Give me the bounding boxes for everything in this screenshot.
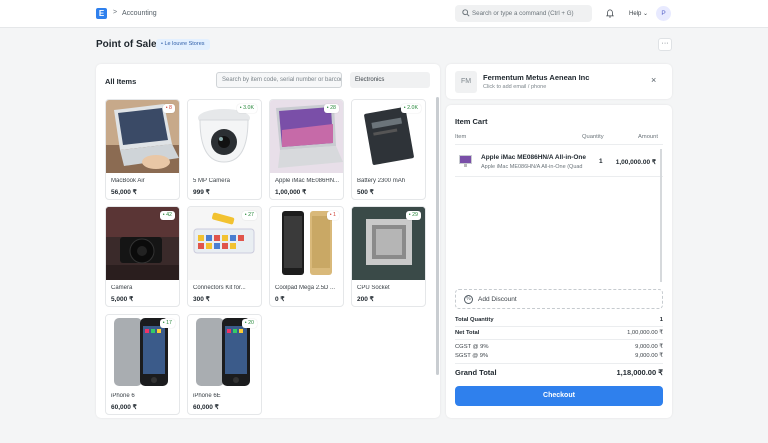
items-scrollbar[interactable] (436, 97, 439, 375)
chevron-down-icon: ⌄ (643, 11, 649, 17)
page-title: Point of Sale (96, 39, 157, 50)
item-name: Connectors Kit for... (193, 285, 246, 291)
stock-badge: • 20 (241, 319, 257, 328)
sgst-label: SGST @ 9% (455, 353, 489, 359)
item-price: 1,00,000 ₹ (275, 189, 307, 196)
cart-panel: Item Cart Item Quantity Amount Apple iMa… (446, 105, 672, 418)
imac-thumbnail-icon (459, 155, 472, 167)
stock-badge: • 27 (241, 211, 257, 220)
add-discount-button[interactable]: % Add Discount (455, 289, 663, 309)
breadcrumb-accounting[interactable]: Accounting (122, 10, 157, 17)
item-name: 5 MP Camera (193, 178, 230, 184)
close-icon[interactable]: × (651, 75, 656, 85)
item-search-input[interactable]: Search by item code, serial number or ba… (216, 72, 342, 88)
customer-contact-hint[interactable]: Click to add email / phone (483, 84, 546, 90)
breadcrumb-chevron-icon: > (113, 9, 118, 16)
cart-header-item: Item (455, 134, 467, 140)
total-quantity-value: 1 (659, 317, 663, 323)
item-name: Coolpad Mega 2.5D ... (275, 285, 336, 291)
item-card[interactable]: • 28 Apple iMac ME086HN... 1,00,000 ₹ (269, 99, 344, 200)
stock-badge: • 42 (159, 211, 175, 220)
total-quantity-label: Total Quantity (455, 317, 494, 323)
customer-name: Fermentum Metus Aenean Inc (483, 73, 590, 82)
divider (455, 363, 663, 364)
cart-header-quantity: Quantity (582, 134, 604, 140)
item-card[interactable]: • 42 Camera 5,000 ₹ (105, 206, 180, 307)
item-price: 60,000 ₹ (193, 404, 219, 411)
item-price: 999 ₹ (193, 189, 210, 196)
customer-avatar: FM (455, 71, 477, 93)
divider (455, 176, 663, 177)
net-total-value: 1,00,000.00 ₹ (627, 330, 663, 336)
item-name: iPhone 6 (111, 393, 135, 399)
add-discount-label: Add Discount (478, 296, 517, 303)
item-name: iPhone 6E (193, 393, 221, 399)
stock-badge: • 28 (323, 104, 339, 113)
search-placeholder: Search or type a command (Ctrl + G) (472, 10, 574, 17)
item-card[interactable]: • 8 MacBook Air 56,000 ₹ (105, 99, 180, 200)
cart-item-quantity: 1 (599, 158, 603, 165)
cart-item-description: Apple iMac ME086HN/A All-in-One (Quad (481, 164, 583, 170)
stock-badge: • 17 (159, 319, 175, 328)
item-card[interactable]: • 27 Connectors Kit for... 300 ₹ (187, 206, 262, 307)
discount-percent-icon: % (464, 295, 473, 304)
cart-item-row[interactable]: Apple iMac ME086HN/A All-in-One Apple iM… (455, 149, 663, 177)
item-card[interactable]: • 2.0K Battery 2300 mAh 500 ₹ (351, 99, 426, 200)
item-price: 200 ₹ (357, 296, 374, 303)
item-card[interactable]: • 17 iPhone 6 60,000 ₹ (105, 314, 180, 415)
awesomebar-search-input[interactable]: Search or type a command (Ctrl + G) (455, 5, 592, 22)
help-label: Help (629, 11, 642, 17)
item-group-field[interactable]: Electronics (350, 72, 430, 88)
stock-badge: • 2.0K (400, 104, 421, 113)
grand-total-value: 1,18,000.00 ₹ (616, 368, 663, 377)
user-avatar[interactable]: P (656, 6, 671, 21)
cart-title: Item Cart (455, 117, 488, 126)
stock-badge: • 1 (326, 211, 339, 220)
cart-header-amount: Amount (638, 134, 658, 140)
more-options-button[interactable]: ··· (658, 38, 672, 51)
grand-total-label: Grand Total (455, 368, 497, 377)
items-panel: All Items Search by item code, serial nu… (96, 64, 440, 418)
divider (455, 144, 663, 145)
item-name: Apple iMac ME086HN... (275, 178, 340, 184)
customer-panel[interactable]: FM Fermentum Metus Aenean Inc Click to a… (446, 64, 672, 99)
cart-scrollbar[interactable] (660, 149, 662, 282)
stock-badge: • 8 (162, 104, 175, 113)
item-price: 56,000 ₹ (111, 189, 137, 196)
search-icon (462, 9, 470, 17)
item-price: 300 ₹ (193, 296, 210, 303)
cgst-label: CGST @ 9% (455, 344, 489, 350)
item-price: 5,000 ₹ (111, 296, 134, 303)
item-card[interactable]: • 29 CPU Socket 200 ₹ (351, 206, 426, 307)
item-card[interactable]: • 1 Coolpad Mega 2.5D ... 0 ₹ (269, 206, 344, 307)
item-card[interactable]: • 3.0K 5 MP Camera 999 ₹ (187, 99, 262, 200)
help-dropdown[interactable]: Help ⌄ (629, 10, 648, 17)
item-price: 0 ₹ (275, 296, 285, 303)
items-panel-title: All Items (105, 77, 137, 86)
cart-item-amount: 1,00,000.00 ₹ (615, 159, 656, 166)
net-total-label: Net Total (455, 330, 480, 336)
checkout-button[interactable]: Checkout (455, 386, 663, 406)
divider (455, 326, 663, 327)
pos-profile-badge: • Le louvre Stores (156, 39, 210, 50)
item-card[interactable]: • 20 iPhone 6E 60,000 ₹ (187, 314, 262, 415)
cgst-value: 9,000.00 ₹ (635, 344, 663, 350)
item-price: 60,000 ₹ (111, 404, 137, 411)
divider (455, 339, 663, 340)
item-price: 500 ₹ (357, 189, 374, 196)
stock-badge: • 3.0K (236, 104, 257, 113)
item-name: Battery 2300 mAh (357, 178, 406, 184)
top-navbar: E > Accounting Search or type a command … (0, 0, 768, 28)
item-name: Camera (111, 285, 133, 291)
app-logo-icon[interactable]: E (96, 8, 107, 19)
stock-badge: • 29 (405, 211, 421, 220)
item-name: CPU Socket (357, 285, 390, 291)
notification-bell-icon[interactable] (606, 9, 614, 18)
item-name: MacBook Air (111, 178, 145, 184)
sgst-value: 9,000.00 ₹ (635, 353, 663, 359)
cart-item-name: Apple iMac ME086HN/A All-in-One (481, 154, 586, 161)
